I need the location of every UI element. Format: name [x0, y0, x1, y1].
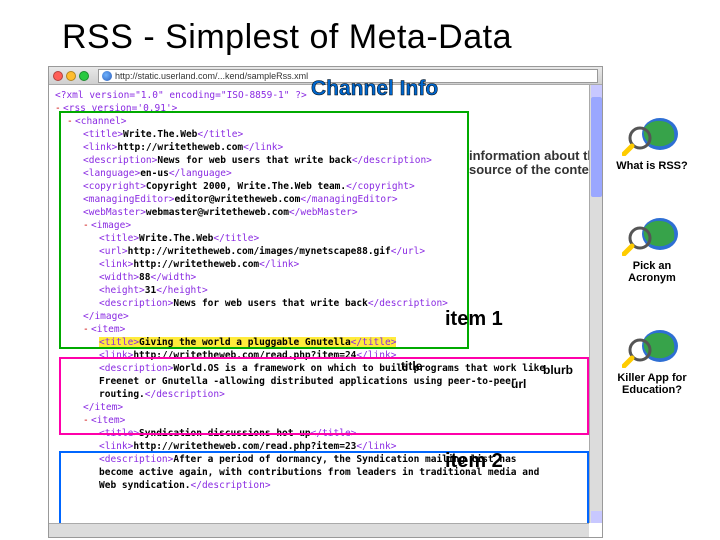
sidebar-links: What is RSS? Pick an Acronym Killer App …: [608, 110, 696, 426]
label-channel-info: Channel Info: [311, 82, 438, 95]
globe-magnifier-icon: [622, 110, 682, 156]
label-item1: item 1: [445, 313, 503, 326]
globe-magnifier-icon: [622, 322, 682, 368]
scroll-up-icon[interactable]: [591, 85, 602, 97]
label-item2: item 2: [445, 455, 503, 468]
url-text: http://static.userland.com/...kend/sampl…: [115, 70, 308, 82]
sidebar-link-what-is-rss[interactable]: What is RSS?: [616, 110, 688, 172]
sidebar-link-pick-acronym[interactable]: Pick an Acronym: [608, 210, 696, 284]
label-url: url: [511, 378, 526, 391]
horizontal-scrollbar[interactable]: [49, 523, 589, 537]
label-title: title: [401, 360, 422, 373]
browser-window: http://static.userland.com/...kend/sampl…: [48, 66, 603, 538]
label-blurb: blurb: [543, 364, 573, 377]
slide-title: RSS - Simplest of Meta-Data: [0, 0, 720, 65]
label-info: information about the source of the cont…: [469, 149, 603, 177]
zoom-icon[interactable]: [79, 71, 89, 81]
scroll-thumb[interactable]: [591, 97, 602, 197]
slide-root: RSS - Simplest of Meta-Data http://stati…: [0, 0, 720, 540]
xml-declaration: <?xml version="1.0" encoding="ISO-8859-1…: [55, 90, 307, 101]
globe-magnifier-icon: [622, 210, 682, 256]
close-icon[interactable]: [53, 71, 63, 81]
xml-source: <?xml version="1.0" encoding="ISO-8859-1…: [49, 85, 602, 537]
sidebar-link-killer-app[interactable]: Killer App for Education?: [608, 322, 696, 396]
rss-open: <rss version='0.91'>: [63, 103, 177, 114]
channel-open: <channel>: [75, 116, 126, 127]
vertical-scrollbar[interactable]: [589, 85, 602, 523]
scroll-down-icon[interactable]: [591, 511, 602, 523]
globe-icon: [102, 71, 112, 81]
minimize-icon[interactable]: [66, 71, 76, 81]
